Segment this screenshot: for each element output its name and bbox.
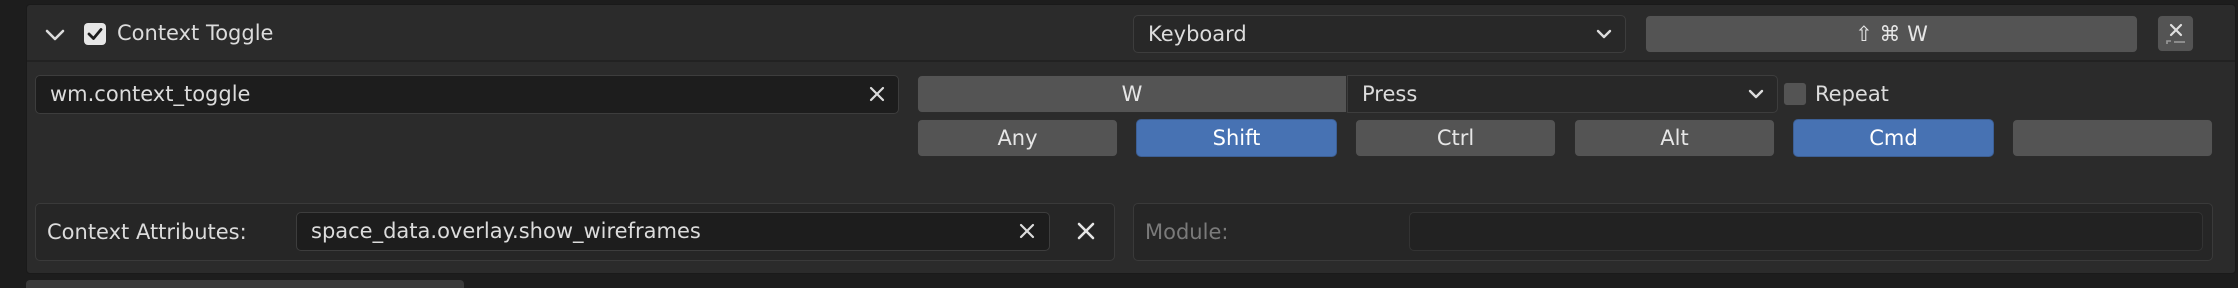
modifier-any-button[interactable]: Any	[917, 119, 1118, 157]
key-button[interactable]: W	[917, 75, 1347, 113]
modifier-keymodifier-button[interactable]	[2012, 119, 2213, 157]
key-value: W	[1121, 81, 1143, 106]
input-type-dropdown[interactable]: Keyboard	[1133, 15, 1626, 53]
remove-property-icon[interactable]	[1073, 218, 1099, 244]
shortcut-display-text: ⇧ ⌘ W	[1855, 21, 1928, 46]
clear-context-icon[interactable]	[1014, 218, 1040, 244]
chevron-down-icon	[1748, 89, 1764, 99]
module-field	[1409, 212, 2203, 251]
item-enabled-checkbox[interactable]	[84, 23, 106, 45]
modifier-label: Cmd	[1869, 125, 1918, 150]
remove-icon	[2165, 23, 2185, 44]
context-attributes-field[interactable]: space_data.overlay.show_wireframes	[296, 212, 1050, 251]
event-value-text: Press	[1362, 81, 1418, 106]
context-attributes-value: space_data.overlay.show_wireframes	[311, 219, 701, 243]
modifier-label: Any	[997, 125, 1038, 150]
checkmark-icon	[87, 28, 103, 40]
modifier-label: Ctrl	[1436, 125, 1475, 150]
operator-idname-field[interactable]: wm.context_toggle	[35, 75, 899, 114]
clear-idname-icon[interactable]	[864, 81, 890, 107]
module-label: Module:	[1145, 220, 1229, 244]
modifier-shift-button[interactable]: Shift	[1136, 119, 1337, 157]
modifier-alt-button[interactable]: Alt	[1574, 119, 1775, 157]
operator-idname-value: wm.context_toggle	[50, 82, 251, 106]
chevron-down-icon	[1596, 29, 1612, 39]
shortcut-display-button[interactable]: ⇧ ⌘ W	[1645, 15, 2138, 53]
modifier-label: Shift	[1212, 125, 1261, 150]
collapse-chevron-icon[interactable]	[42, 22, 68, 48]
event-value-dropdown[interactable]: Press	[1347, 75, 1778, 113]
repeat-checkbox[interactable]	[1783, 82, 1807, 106]
repeat-label: Repeat	[1815, 82, 1889, 106]
context-attributes-label: Context Attributes:	[47, 220, 247, 244]
remove-item-button[interactable]	[2157, 15, 2194, 52]
input-type-value: Keyboard	[1148, 21, 1247, 46]
modifier-ctrl-button[interactable]: Ctrl	[1355, 119, 1556, 157]
modifier-label: Alt	[1660, 125, 1689, 150]
item-title: Context Toggle	[117, 21, 274, 45]
next-item-header	[26, 280, 464, 288]
modifier-cmd-button[interactable]: Cmd	[1793, 119, 1994, 157]
header-divider	[27, 60, 2235, 62]
